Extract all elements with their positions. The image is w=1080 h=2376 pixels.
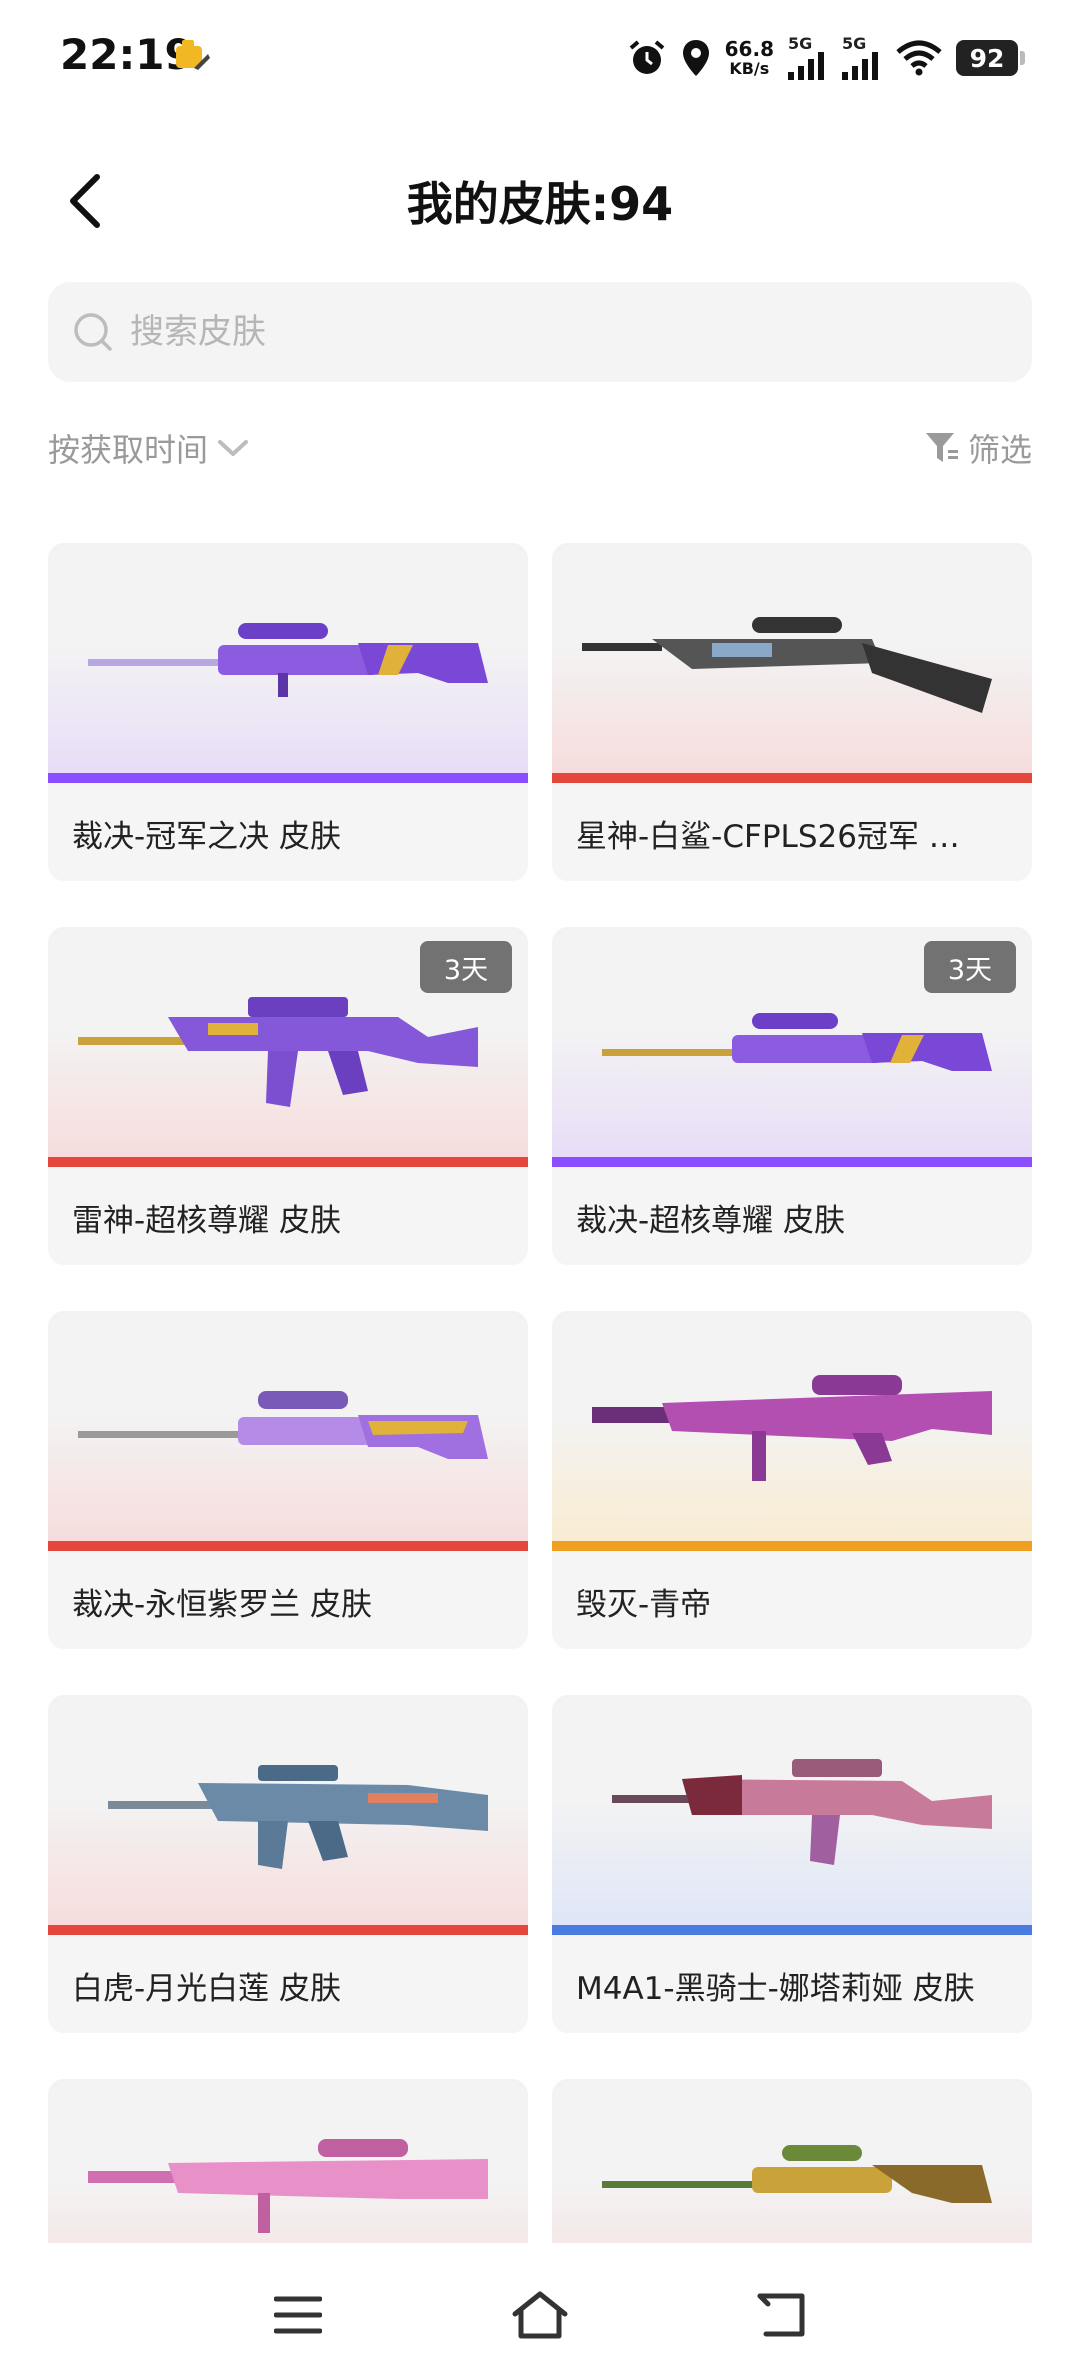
skin-image — [48, 2079, 528, 2243]
return-icon — [757, 2293, 805, 2337]
filter-button[interactable]: 筛选 — [924, 425, 1032, 471]
skin-card[interactable]: 毁灭-青帝 — [552, 1311, 1032, 1649]
app-notification-icon — [176, 40, 210, 70]
location-icon — [682, 40, 709, 76]
heavy-sniper-image — [592, 1375, 992, 1481]
signal-icon — [788, 52, 824, 80]
page-title: 我的皮肤:94 — [406, 177, 674, 231]
skin-name: M4A1-黑骑士-娜塔莉娅 皮肤 — [576, 1971, 975, 2007]
home-icon — [512, 2291, 568, 2339]
assault-rifle-image — [612, 1759, 992, 1865]
home-button[interactable] — [505, 2280, 575, 2350]
skin-image — [552, 2079, 1032, 2243]
skin-card[interactable] — [552, 2079, 1032, 2243]
rarity-bar — [552, 773, 1032, 783]
skin-name: 白虎-月光白莲 皮肤 — [72, 1971, 342, 2007]
duration-badge: 3天 — [924, 941, 1016, 993]
rarity-bar — [48, 1157, 528, 1167]
battery-indicator: 92 — [956, 40, 1025, 76]
rifle-image — [582, 617, 992, 713]
status-indicators: 66.8 KB/s 5G 5G 92 — [627, 32, 1025, 84]
assault-rifle-image — [108, 1765, 488, 1869]
skin-card[interactable]: 白虎-月光白莲 皮肤 — [48, 1695, 528, 2033]
status-bar: 22:19 66.8 KB/s 5G 5G 92 — [0, 0, 1080, 120]
rarity-bar — [48, 1541, 528, 1551]
signal-sim1: 5G — [788, 36, 828, 80]
skin-image — [552, 543, 1032, 783]
skin-name: 毁灭-青帝 — [576, 1587, 712, 1623]
filter-icon — [925, 433, 958, 462]
rarity-bar — [552, 1157, 1032, 1167]
skin-name: 裁决-永恒紫罗兰 皮肤 — [72, 1587, 373, 1623]
sniper-rifle-image — [78, 1391, 488, 1459]
skin-image — [552, 1311, 1032, 1551]
filter-label: 筛选 — [967, 431, 1032, 469]
menu-icon — [274, 2296, 322, 2334]
skin-card[interactable]: 星神-白鲨-CFPLS26冠军 … — [552, 543, 1032, 881]
sort-dropdown[interactable]: 按获取时间 — [48, 425, 250, 471]
rarity-bar — [48, 773, 528, 783]
skin-image — [48, 543, 528, 783]
sniper-rifle-image — [88, 623, 488, 697]
rarity-bar — [552, 1541, 1032, 1551]
skin-card[interactable]: 3天 裁决-超核尊耀 皮肤 — [552, 927, 1032, 1265]
skin-card[interactable]: M4A1-黑骑士-娜塔莉娅 皮肤 — [552, 1695, 1032, 2033]
skin-card[interactable]: 3天 雷神-超核尊耀 皮肤 — [48, 927, 528, 1265]
rarity-bar — [552, 1925, 1032, 1935]
back-nav-button[interactable] — [747, 2280, 817, 2350]
page-header: 我的皮肤:94 — [0, 150, 1080, 250]
skin-image — [48, 1311, 528, 1551]
search-bar[interactable] — [48, 282, 1032, 382]
signal-icon — [842, 52, 878, 80]
heavy-sniper-image — [88, 2139, 488, 2233]
sort-label: 按获取时间 — [48, 431, 209, 469]
skin-name: 裁决-冠军之决 皮肤 — [72, 819, 342, 855]
skin-name: 雷神-超核尊耀 皮肤 — [72, 1203, 342, 1239]
search-input[interactable] — [128, 311, 982, 353]
wifi-icon — [896, 40, 942, 76]
search-icon — [74, 313, 112, 351]
skin-name: 裁决-超核尊耀 皮肤 — [576, 1203, 846, 1239]
sort-filter-row: 按获取时间 筛选 — [48, 425, 1032, 485]
chevron-down-icon — [218, 440, 249, 456]
skin-name: 星神-白鲨-CFPLS26冠军 … — [576, 819, 960, 855]
sniper-rifle-image — [602, 2145, 992, 2203]
duration-badge: 3天 — [420, 941, 512, 993]
rarity-bar — [48, 1925, 528, 1935]
menu-button[interactable] — [263, 2280, 333, 2350]
signal-sim2: 5G — [842, 36, 882, 80]
skin-card[interactable]: 裁决-冠军之决 皮肤 — [48, 543, 528, 881]
skin-grid: 裁决-冠军之决 皮肤 星神-白鲨-CFPLS26冠军 … 3天 雷神-超核尊耀 … — [48, 543, 1032, 2243]
skin-image — [552, 1695, 1032, 1935]
skin-image — [48, 1695, 528, 1935]
system-navigation-bar — [0, 2250, 1080, 2376]
alarm-icon — [629, 40, 664, 74]
network-speed: 66.8 KB/s — [724, 37, 774, 78]
skin-card[interactable]: 裁决-永恒紫罗兰 皮肤 — [48, 1311, 528, 1649]
skin-card[interactable] — [48, 2079, 528, 2243]
